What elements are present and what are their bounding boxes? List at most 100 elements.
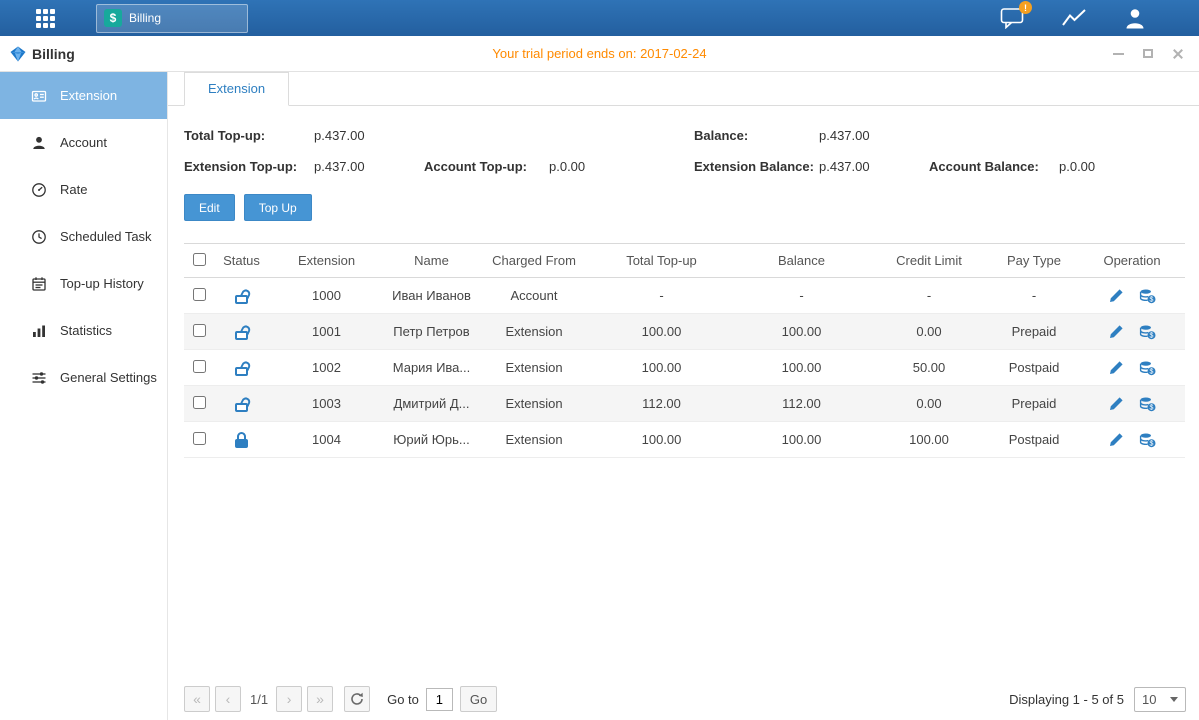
col-status: Status — [214, 244, 269, 278]
extension-topup-label: Extension Top-up: — [184, 159, 297, 174]
tab-extension[interactable]: Extension — [184, 72, 289, 106]
edit-pencil-icon[interactable] — [1109, 288, 1124, 303]
cell-pay-type: Prepaid — [989, 386, 1079, 422]
go-button[interactable]: Go — [460, 686, 497, 712]
select-all-cell — [184, 244, 214, 278]
row-checkbox[interactable] — [193, 288, 206, 301]
edit-pencil-icon[interactable] — [1109, 324, 1124, 339]
cell-pay-type: Prepaid — [989, 314, 1079, 350]
lock-status-icon[interactable] — [234, 360, 249, 376]
top-up-coins-icon[interactable]: $ — [1139, 360, 1156, 376]
balance-label: Balance: — [694, 128, 748, 143]
cell-credit-limit: 100.00 — [869, 422, 989, 458]
taskbar-right: ! — [1000, 7, 1147, 30]
first-page-button[interactable]: « — [184, 686, 210, 712]
top-up-coins-icon[interactable]: $ — [1139, 432, 1156, 448]
col-operation: Operation — [1079, 244, 1185, 278]
cell-charged-from: Extension — [479, 422, 589, 458]
lock-status-icon[interactable] — [234, 432, 249, 448]
row-checkbox[interactable] — [193, 396, 206, 409]
top-up-coins-icon[interactable]: $ — [1139, 288, 1156, 304]
cell-total-topup: 100.00 — [589, 314, 734, 350]
next-page-button[interactable]: › — [276, 686, 302, 712]
rate-icon — [31, 182, 47, 198]
minimize-icon[interactable] — [1111, 47, 1125, 61]
cell-total-topup: - — [589, 278, 734, 314]
sidebar-item-statistics[interactable]: Statistics — [0, 307, 167, 354]
taskbar-tab-label: Billing — [129, 11, 161, 25]
edit-pencil-icon[interactable] — [1109, 432, 1124, 447]
cell-total-topup: 112.00 — [589, 386, 734, 422]
page-size-select[interactable]: 10 — [1134, 687, 1186, 712]
cell-balance: - — [734, 278, 869, 314]
sidebar-item-rate[interactable]: Rate — [0, 166, 167, 213]
taskbar: $ Billing ! — [0, 0, 1199, 36]
account-icon — [31, 135, 47, 151]
sidebar-item-label: Rate — [60, 182, 87, 197]
pagination-bar: « ‹ 1/1 › » Go to Go Displaying 1 - 5 of… — [184, 686, 1186, 712]
cell-name: Дмитрий Д... — [384, 386, 479, 422]
cell-charged-from: Extension — [479, 350, 589, 386]
screen: $ Billing ! — [0, 0, 1199, 720]
refresh-button[interactable] — [344, 686, 370, 712]
tabstrip: Extension — [168, 72, 1199, 106]
sidebar-item-general-settings[interactable]: General Settings — [0, 354, 167, 401]
sidebar-item-scheduled-task[interactable]: Scheduled Task — [0, 213, 167, 260]
prev-page-button[interactable]: ‹ — [215, 686, 241, 712]
svg-text:$: $ — [1149, 296, 1153, 303]
maximize-icon[interactable] — [1141, 47, 1155, 61]
extension-topup-value: p.437.00 — [314, 159, 365, 174]
user-icon[interactable] — [1123, 7, 1147, 30]
chat-icon[interactable]: ! — [1000, 7, 1025, 29]
top-up-coins-icon[interactable]: $ — [1139, 396, 1156, 412]
taskbar-billing-tab[interactable]: $ Billing — [96, 4, 248, 33]
summary-row-1: Total Top-up: p.437.00 Balance: p.437.00 — [184, 122, 1185, 153]
cell-credit-limit: 0.00 — [869, 314, 989, 350]
sidebar-item-account[interactable]: Account — [0, 119, 167, 166]
lock-status-icon[interactable] — [234, 288, 249, 304]
cell-balance: 100.00 — [734, 314, 869, 350]
svg-text:$: $ — [1149, 440, 1153, 447]
cell-balance: 100.00 — [734, 422, 869, 458]
table-row: 1002 Мария Ива... Extension 100.00 100.0… — [184, 350, 1185, 386]
account-balance-label: Account Balance: — [929, 159, 1039, 174]
summary-row-2: Extension Top-up: p.437.00 Account Top-u… — [184, 153, 1185, 184]
account-topup-label: Account Top-up: — [424, 159, 527, 174]
edit-pencil-icon[interactable] — [1109, 396, 1124, 411]
close-icon[interactable] — [1171, 47, 1185, 61]
top-up-coins-icon[interactable]: $ — [1139, 324, 1156, 340]
total-topup-value: p.437.00 — [314, 128, 365, 143]
action-buttons: Edit Top Up — [168, 194, 1199, 221]
sidebar-item-topup-history[interactable]: Top-up History — [0, 260, 167, 307]
edit-button[interactable]: Edit — [184, 194, 235, 221]
general-settings-icon — [31, 370, 47, 386]
cell-total-topup: 100.00 — [589, 422, 734, 458]
chart-icon[interactable] — [1061, 7, 1087, 29]
lock-status-icon[interactable] — [234, 396, 249, 412]
cell-charged-from: Extension — [479, 386, 589, 422]
extension-icon — [31, 88, 47, 104]
col-credit-limit: Credit Limit — [869, 244, 989, 278]
row-checkbox[interactable] — [193, 324, 206, 337]
select-all-checkbox[interactable] — [193, 253, 206, 266]
edit-pencil-icon[interactable] — [1109, 360, 1124, 375]
top-up-button[interactable]: Top Up — [244, 194, 312, 221]
cell-extension: 1004 — [269, 422, 384, 458]
page-size-value: 10 — [1142, 692, 1156, 707]
apps-grid-icon[interactable] — [36, 9, 55, 28]
sidebar-item-label: Extension — [60, 88, 117, 103]
dollar-icon: $ — [104, 9, 122, 27]
cell-balance: 100.00 — [734, 350, 869, 386]
goto-page-input[interactable] — [426, 688, 453, 711]
sidebar: Extension Account Rate — [0, 72, 168, 720]
cell-name: Мария Ива... — [384, 350, 479, 386]
sidebar-item-label: Top-up History — [60, 276, 144, 291]
sidebar-item-extension[interactable]: Extension — [0, 72, 167, 119]
statistics-icon — [31, 323, 47, 339]
lock-status-icon[interactable] — [234, 324, 249, 340]
row-checkbox[interactable] — [193, 360, 206, 373]
col-name: Name — [384, 244, 479, 278]
row-checkbox[interactable] — [193, 432, 206, 445]
last-page-button[interactable]: » — [307, 686, 333, 712]
sidebar-item-label: Account — [60, 135, 107, 150]
